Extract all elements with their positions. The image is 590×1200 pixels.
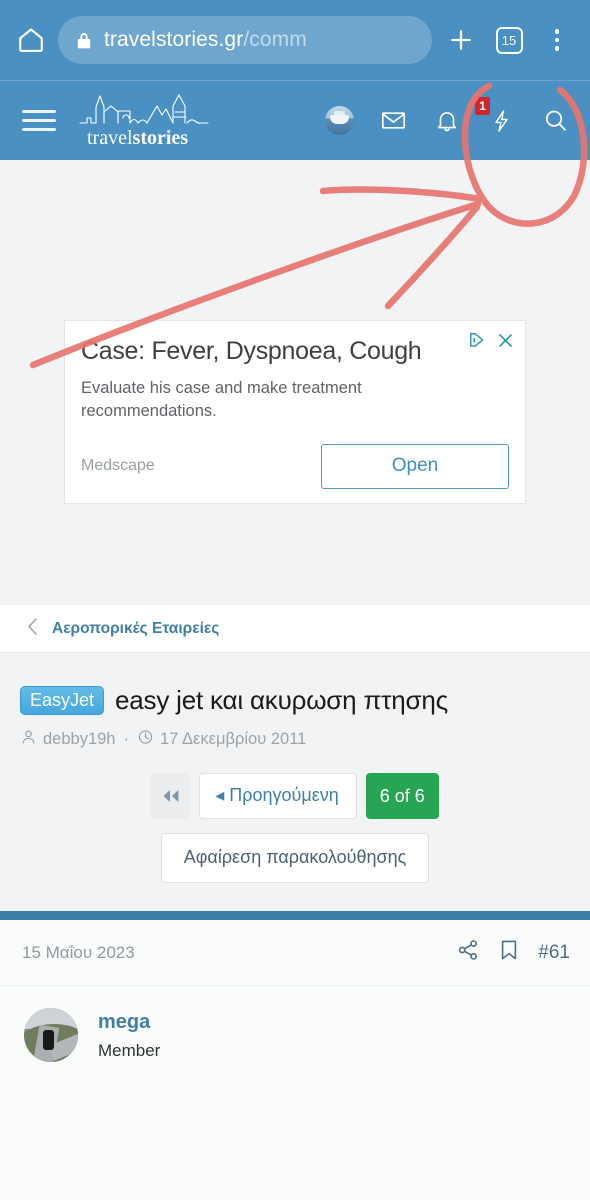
ad-controls (467, 330, 515, 355)
address-bar[interactable]: travelstories.gr/comm (58, 16, 432, 64)
post-date: 15 Μαΐου 2023 (22, 942, 135, 962)
thread-bottom-spacer (0, 883, 590, 911)
post-top-accent-bar (0, 911, 590, 920)
thread-prefix-badge[interactable]: EasyJet (20, 686, 105, 715)
watch-row: Αφαίρεση παρακολούθησης (0, 833, 590, 883)
advertisement-zone: Case: Fever, Dyspnoea, Cough Evaluate hi… (0, 160, 590, 605)
ad-body-text: Evaluate his case and make treatment rec… (81, 378, 362, 421)
envelope-icon[interactable] (378, 106, 408, 136)
ad-open-button[interactable]: Open (321, 443, 509, 489)
lock-icon (76, 31, 92, 50)
search-icon[interactable] (540, 106, 570, 136)
pagination-prev-button[interactable]: ◂ Προηγούμενη (199, 773, 357, 819)
site-logo[interactable]: travelstories (74, 90, 232, 152)
ad-card[interactable]: Case: Fever, Dyspnoea, Cough Evaluate hi… (64, 320, 526, 504)
home-icon[interactable] (14, 23, 48, 57)
svg-text:travelstories: travelstories (87, 127, 188, 149)
new-tab-button[interactable] (442, 21, 480, 59)
post-author-text: mega Member (98, 1008, 160, 1062)
hamburger-menu-icon[interactable] (22, 110, 56, 131)
ad-footer: Medscape Open (81, 443, 509, 489)
pagination-first-button[interactable] (151, 773, 191, 819)
thread-header: EasyJet easy jet και ακυρωση πτησης debb… (0, 653, 590, 911)
ad-brand: Medscape (81, 457, 155, 475)
post-author-block: mega Member (0, 986, 590, 1062)
post-author-role: Member (98, 1041, 161, 1060)
tab-counter-button[interactable]: 15 (490, 21, 528, 59)
logo-text-light: travel (87, 127, 133, 149)
post-actions: #61 (456, 938, 570, 967)
post-author-name[interactable]: mega (98, 1010, 160, 1034)
logo-text-bold: stories (133, 127, 189, 149)
pagination-current-page[interactable]: 6 of 6 (365, 773, 439, 819)
breadcrumb: Αεροπορικές Εταιρείες (0, 605, 590, 653)
byline-separator: · (123, 730, 130, 748)
share-icon[interactable] (456, 938, 480, 967)
whats-new-badge: 1 (475, 96, 490, 115)
post-body-area (0, 1062, 590, 1200)
page-title: easy jet και ακυρωση πτησης (115, 685, 448, 715)
chevron-left-icon[interactable] (26, 617, 39, 641)
lightning-bolt-icon[interactable]: 1 (475, 96, 516, 136)
user-avatar[interactable] (324, 106, 354, 136)
site-header: travelstories 1 (0, 80, 590, 160)
url-text: travelstories.gr/comm (104, 28, 307, 52)
adchoices-icon[interactable] (467, 330, 487, 355)
url-path: /comm (243, 28, 307, 51)
pagination: ◂ Προηγούμενη 6 of 6 (0, 773, 590, 819)
header-icon-group: 1 (324, 96, 574, 136)
ad-title: Case: Fever, Dyspnoea, Cough (81, 337, 422, 365)
avatar[interactable] (24, 1008, 78, 1062)
prev-arrow-icon: ◂ (215, 785, 225, 805)
thread-title-row: EasyJet easy jet και ακυρωση πτησης (0, 685, 590, 716)
clock-icon (137, 728, 154, 751)
tab-count-label: 15 (495, 26, 523, 54)
unwatch-thread-button[interactable]: Αφαίρεση παρακολούθησης (160, 833, 430, 883)
breadcrumb-link[interactable]: Αεροπορικές Εταιρείες (52, 620, 219, 638)
close-icon[interactable] (496, 331, 515, 355)
post-meta-row: 15 Μαΐου 2023 #61 (0, 920, 590, 986)
thread-date: 17 Δεκεμβρίου 2011 (160, 730, 307, 748)
pagination-prev-label: Προηγούμενη (229, 785, 339, 805)
browser-toolbar: travelstories.gr/comm 15 (0, 0, 590, 80)
bookmark-icon[interactable] (498, 938, 520, 967)
person-icon (20, 728, 37, 751)
screen-root: travelstories.gr/comm 15 travelstories 1… (0, 0, 590, 1200)
thread-author[interactable]: debby19h (43, 730, 116, 749)
post-number[interactable]: #61 (538, 942, 570, 964)
three-dot-menu-icon[interactable] (538, 21, 576, 59)
url-host: travelstories.gr (104, 28, 244, 51)
thread-byline: debby19h · 17 Δεκεμβρίου 2011 (0, 716, 590, 751)
bell-icon[interactable] (432, 106, 462, 136)
